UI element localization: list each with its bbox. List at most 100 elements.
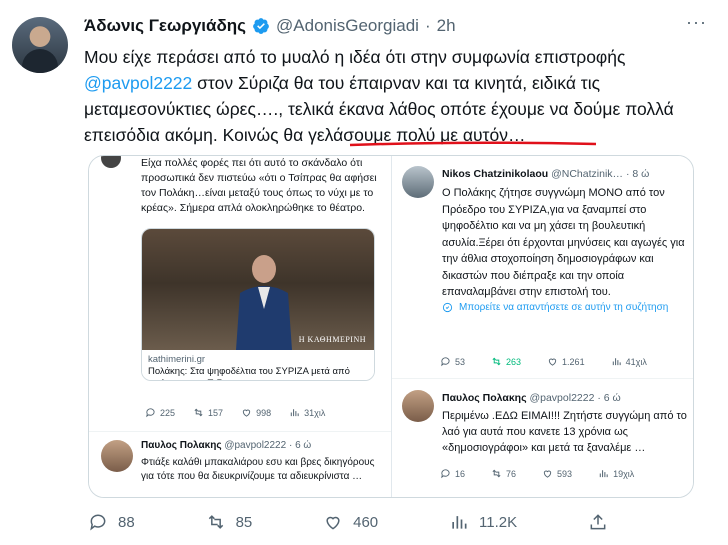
right-first-avatar[interactable]: [402, 166, 434, 198]
link-caption: kathimerini.gr Πολάκης: Στα ψηφοδέλτια τ…: [142, 350, 374, 380]
like-icon: [326, 516, 340, 530]
reply-hint-text: Μπορείτε να απαντήσετε σε αυτήν τη συζήτ…: [459, 302, 669, 313]
embedded-tweet-left: Είχα πολλές φορές πει ότι αυτό το σκάνδα…: [89, 156, 391, 497]
action-bar: 88 85 460 11.2K: [88, 512, 608, 532]
tweet-time[interactable]: 2h: [437, 16, 456, 36]
right-first-views-count: 41χιλ: [625, 356, 647, 367]
views-button[interactable]: 11.2K: [449, 512, 517, 532]
right-first-reply-count: 53: [455, 356, 466, 367]
left-like[interactable]: 998: [241, 407, 271, 418]
right-second-views-count: 19χιλ: [613, 468, 635, 479]
retweet-icon: [208, 515, 223, 529]
right-second-retweet[interactable]: 76: [491, 468, 516, 479]
reply-icon: [441, 469, 450, 479]
link-title: Πολάκης: Στα ψηφοδέλτια του ΣΥΡΙΖΑ μετά …: [148, 366, 350, 380]
left-reply-text: Φτιάξε καλάθι μπακαλιάρου εσυ και βρες δ…: [141, 457, 375, 482]
right-second-like-count: 593: [557, 468, 573, 479]
like-icon: [548, 358, 557, 366]
right-first-handle[interactable]: @NChatzinik…: [551, 168, 623, 180]
right-second-handle[interactable]: @pavpol2222: [529, 392, 594, 404]
author-name[interactable]: Άδωνις Γεωργιάδης: [84, 16, 246, 36]
left-actions: 225 157 998 31χιλ: [145, 407, 325, 418]
divider: [392, 378, 693, 379]
right-first-retweet-count: 263: [506, 356, 522, 367]
left-like-count: 998: [256, 407, 272, 418]
left-reply-time: · 6 ώ: [288, 440, 312, 451]
more-icon[interactable]: ···: [686, 12, 707, 33]
right-second-like[interactable]: 593: [542, 468, 572, 479]
like-count: 460: [353, 513, 379, 531]
views-count: 11.2K: [479, 513, 518, 531]
tweet-header: Άδωνις Γεωργιάδης @AdonisGeorgiadi · 2h: [84, 16, 456, 36]
right-second-text: Περιμένω .ΕΔΩ ΕΙΜΑΙ!!! Ζητήστε συγγώμη α…: [442, 410, 687, 454]
verified-badge-icon: [253, 18, 269, 34]
left-reply-header: Παυλος Πολακης @pavpol2222 · 6 ώ: [141, 440, 311, 451]
like-button[interactable]: 460: [323, 512, 378, 532]
right-second-views[interactable]: 19χιλ: [598, 468, 634, 479]
red-underline-annotation: [349, 141, 597, 147]
right-second-actions: 16 76 593 19χιλ: [440, 468, 634, 479]
link-card[interactable]: Η ΚΑΘΗΜΕΡΙΝΗ kathimerini.gr Πολάκης: Στα…: [141, 228, 375, 381]
right-first-retweet[interactable]: 263: [491, 356, 521, 367]
tweet-text: Μου είχε περάσει από το μυαλό η ιδέα ότι…: [84, 44, 704, 148]
right-second-avatar[interactable]: [402, 390, 434, 422]
left-retweet[interactable]: 157: [193, 407, 223, 418]
right-second-retweet-count: 76: [506, 468, 517, 479]
left-reply-handle[interactable]: @pavpol2222: [224, 440, 286, 451]
right-first-reply[interactable]: 53: [440, 356, 465, 367]
tweet-text-before: Μου είχε περάσει από το μυαλό η ιδέα ότι…: [84, 47, 626, 67]
views-icon: [612, 358, 621, 366]
retweet-button[interactable]: 85: [206, 512, 253, 532]
views-icon: [599, 470, 608, 478]
right-first-time: · 8 ώ: [625, 168, 650, 180]
right-first-header: Nikos Chatzinikolaou @NChatzinik… · 8 ώ: [442, 168, 649, 180]
left-reply-name[interactable]: Παυλος Πολακης: [141, 440, 222, 451]
mention-link[interactable]: @pavpol2222: [84, 73, 192, 93]
like-icon: [543, 470, 552, 478]
person-figure: [236, 255, 292, 350]
left-views-count: 31χιλ: [304, 407, 326, 418]
retweet-count: 85: [235, 513, 253, 531]
left-retweet-count: 157: [208, 407, 224, 418]
reply-icon: [441, 357, 450, 367]
right-first-views[interactable]: 41χιλ: [611, 356, 647, 367]
retweet-icon: [492, 357, 501, 366]
embedded-tweet-right: Nikos Chatzinikolaou @NChatzinik… · 8 ώ …: [391, 156, 693, 497]
left-tweet-text: Είχα πολλές φορές πει ότι αυτό το σκάνδα…: [141, 157, 377, 214]
left-reply-count: 225: [160, 407, 176, 418]
reply-info-icon: [442, 302, 453, 313]
reply-count: 88: [118, 513, 135, 531]
right-second-header: Παυλος Πολακης @pavpol2222 · 6 ώ: [442, 392, 621, 404]
left-reply[interactable]: 225: [145, 407, 175, 418]
newspaper-watermark: Η ΚΑΘΗΜΕΡΙΝΗ: [298, 335, 366, 344]
views-icon: [290, 409, 299, 417]
right-first-name[interactable]: Nikos Chatzinikolaou: [442, 168, 548, 180]
separator-dot: ·: [424, 16, 431, 35]
reply-icon: [90, 514, 106, 531]
author-handle[interactable]: @AdonisGeorgiadi: [276, 16, 419, 36]
right-first-like-count: 1.261: [562, 356, 585, 367]
share-button[interactable]: [588, 512, 608, 532]
left-reply-tweet: Παυλος Πολακης @pavpol2222 · 6 ώ Φτιάξε …: [89, 431, 391, 497]
right-first-text: Ο Πολάκης ζήτησε συγγνώμη ΜΟΝΟ από τον Π…: [442, 187, 685, 298]
left-top-avatar: [101, 156, 121, 168]
right-second-time: · 6 ώ: [597, 392, 621, 404]
reply-hint: Μπορείτε να απαντήσετε σε αυτήν τη συζήτ…: [442, 302, 692, 313]
left-reply-avatar[interactable]: [101, 440, 133, 472]
author-avatar[interactable]: [12, 17, 68, 73]
right-second-name[interactable]: Παυλος Πολακης: [442, 392, 527, 404]
retweet-icon: [492, 469, 501, 478]
reply-button[interactable]: 88: [88, 512, 135, 532]
right-second-reply-count: 16: [455, 468, 466, 479]
news-photo: Η ΚΑΘΗΜΕΡΙΝΗ: [142, 229, 374, 350]
screenshot-media[interactable]: Είχα πολλές φορές πει ότι αυτό το σκάνδα…: [88, 155, 694, 498]
right-first-like[interactable]: 1.261: [547, 356, 585, 367]
like-icon: [242, 409, 251, 417]
views-icon: [452, 516, 467, 529]
tweet[interactable]: Άδωνις Γεωργιάδης @AdonisGeorgiadi · 2h …: [0, 0, 728, 545]
share-icon: [590, 514, 606, 530]
right-second-reply[interactable]: 16: [440, 468, 465, 479]
left-views[interactable]: 31χιλ: [289, 407, 325, 418]
reply-icon: [146, 408, 155, 418]
retweet-icon: [194, 408, 203, 417]
